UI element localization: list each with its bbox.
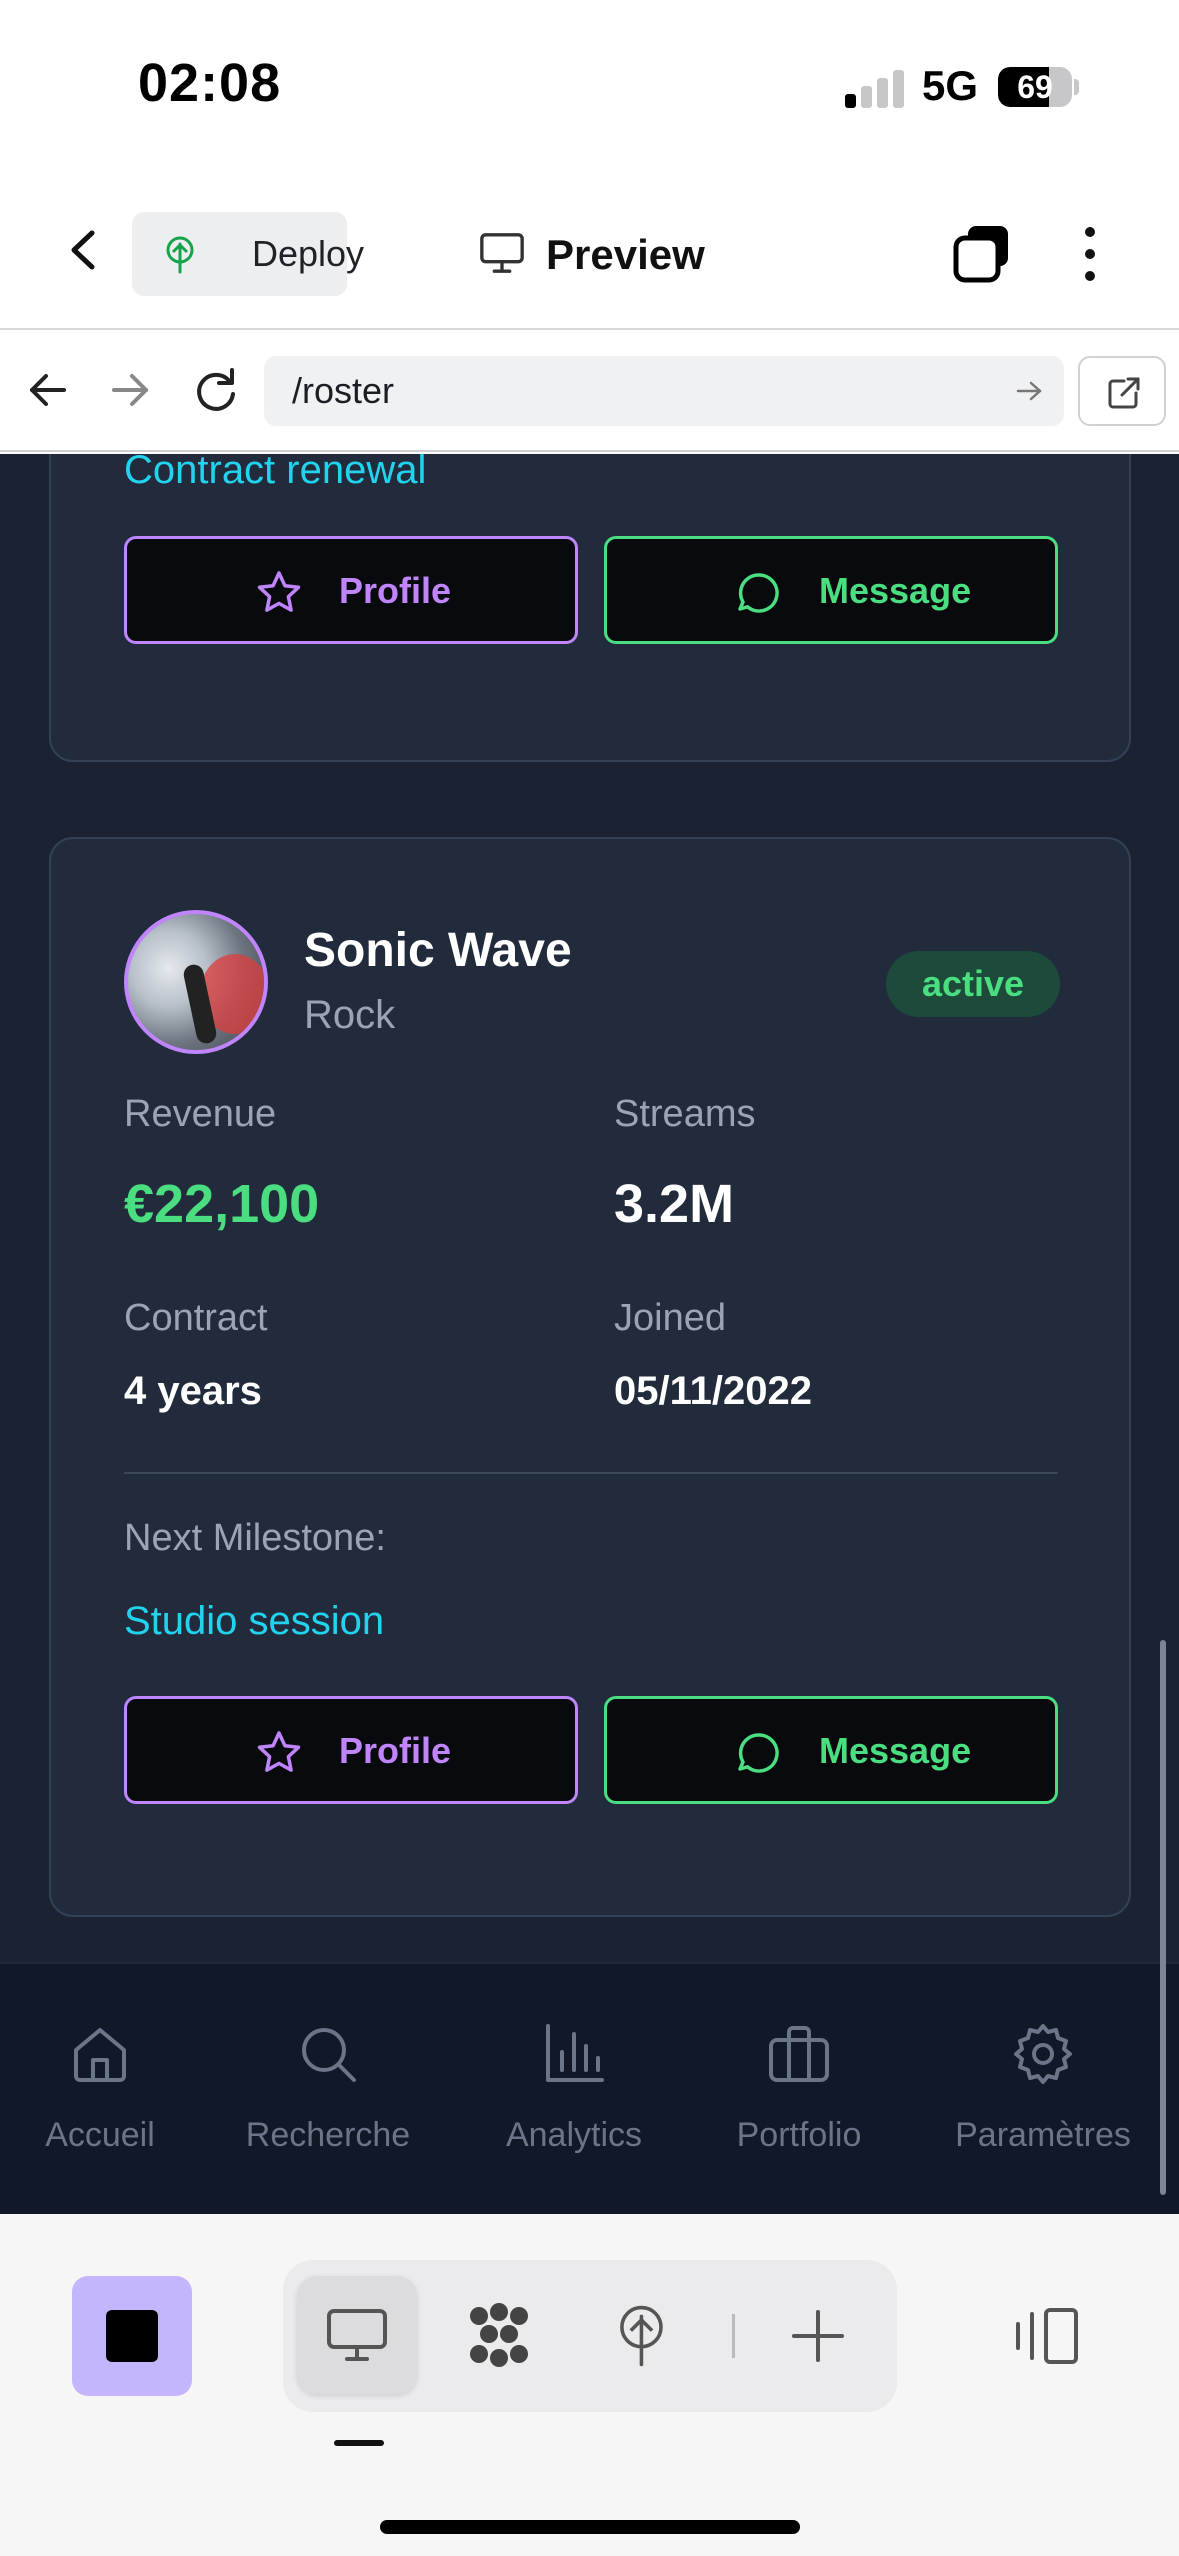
status-time: 02:08 <box>138 53 282 113</box>
briefcase-icon <box>769 2026 829 2082</box>
milestone-value: Studio session <box>124 1599 385 1643</box>
network-type: 5G <box>922 62 979 109</box>
joined-value: 05/11/2022 <box>614 1369 812 1413</box>
signal-bar <box>861 86 872 108</box>
deploy-tree-icon[interactable] <box>613 2300 677 2372</box>
milestone-label: Next Milestone: <box>124 1517 386 1559</box>
battery-percent: 69 <box>1017 69 1053 105</box>
nav-item-parametres[interactable]: Paramètres <box>933 2020 1153 2180</box>
battery-tip <box>1074 79 1079 95</box>
back-chevron-icon[interactable] <box>60 225 110 275</box>
status-bar: 02:08 5G 69 <box>0 0 1179 170</box>
app-header: Deploy Preview <box>0 170 1179 330</box>
milestone-value: Contract renewal <box>124 454 427 492</box>
profile-label: Profile <box>339 1730 452 1771</box>
artist-card: Sonic Wave Rock active Revenue €22,100 S… <box>49 837 1131 1917</box>
more-vertical-icon[interactable] <box>1070 222 1110 286</box>
artist-name: Sonic Wave <box>304 924 572 977</box>
reload-icon[interactable] <box>186 360 246 420</box>
profile-label: Profile <box>339 570 452 611</box>
contract-label: Contract <box>124 1297 268 1339</box>
signal-bar <box>877 78 888 108</box>
nav-item-recherche[interactable]: Recherche <box>218 2020 438 2180</box>
nav-item-portfolio[interactable]: Portfolio <box>689 2020 909 2180</box>
artist-genre: Rock <box>304 993 396 1037</box>
external-link-icon <box>1108 377 1140 409</box>
streams-label: Streams <box>614 1093 756 1135</box>
plus-icon[interactable] <box>788 2306 848 2366</box>
bar-chart-icon <box>546 2024 604 2082</box>
monitor-icon <box>480 233 524 273</box>
joined-label: Joined <box>614 1297 726 1339</box>
gear-icon <box>1014 2024 1072 2084</box>
profile-button[interactable]: Profile <box>124 1696 578 1804</box>
nav-item-accueil[interactable]: Accueil <box>0 2020 210 2180</box>
artist-card: Contract renewal Profile Message <box>49 454 1131 762</box>
star-icon <box>257 1731 301 1772</box>
signal-icon <box>845 66 905 108</box>
signal-bar <box>845 94 856 108</box>
revenue-value: €22,100 <box>124 1174 320 1234</box>
url-text: /roster <box>292 370 395 411</box>
revenue-label: Revenue <box>124 1093 277 1135</box>
nav-item-analytics[interactable]: Analytics <box>464 2020 684 2180</box>
blocks-icon[interactable] <box>463 2300 535 2372</box>
streams-value: 3.2M <box>614 1174 735 1234</box>
nav-label: Portfolio <box>736 2116 862 2154</box>
status-badge: active <box>886 951 1060 1017</box>
desktop-mode-button[interactable] <box>297 2276 417 2394</box>
separator <box>732 2314 735 2358</box>
message-label: Message <box>819 570 972 611</box>
browser-back-icon[interactable] <box>18 360 78 420</box>
browser-forward-icon[interactable] <box>100 360 160 420</box>
stop-icon <box>106 2310 158 2362</box>
profile-button[interactable]: Profile <box>124 536 578 644</box>
deploy-tree-icon <box>166 236 194 274</box>
open-external-button[interactable] <box>1078 356 1166 426</box>
home-icon <box>74 2028 126 2082</box>
signal-bar <box>893 70 904 108</box>
url-bar: /roster <box>0 330 1179 452</box>
bottom-nav: Accueil Recherche Analytics Portfolio Pa… <box>0 1962 1179 2214</box>
tabs-icon[interactable] <box>950 222 1014 286</box>
avatar[interactable] <box>124 910 268 1054</box>
roster-content[interactable]: Contract renewal Profile Message Sonic W… <box>0 454 1179 2214</box>
contract-value: 4 years <box>124 1369 262 1413</box>
stop-button[interactable] <box>72 2276 192 2396</box>
search-icon <box>302 2028 356 2082</box>
home-indicator <box>380 2520 800 2534</box>
message-button[interactable]: Message <box>604 1696 1058 1804</box>
chat-bubble-icon <box>738 1733 779 1773</box>
nav-label: Accueil <box>45 2116 155 2154</box>
preview-label: Preview <box>546 231 705 278</box>
chat-bubble-icon <box>738 573 779 613</box>
scrollbar[interactable] <box>1160 1640 1166 2195</box>
nav-label: Analytics <box>505 2116 643 2154</box>
deploy-label: Deploy <box>252 233 365 274</box>
browser-toolbar <box>0 2214 1179 2556</box>
star-icon <box>257 571 301 612</box>
battery-icon: 69 <box>998 67 1072 107</box>
divider <box>124 1472 1058 1474</box>
deploy-button[interactable]: Deploy <box>132 212 364 296</box>
message-button[interactable]: Message <box>604 536 1058 644</box>
message-label: Message <box>819 1730 972 1771</box>
go-arrow-icon[interactable] <box>1014 376 1044 406</box>
nav-label: Recherche <box>245 2116 411 2154</box>
sidebar-toggle-icon[interactable] <box>1010 2304 1082 2368</box>
nav-label: Paramètres <box>955 2116 1131 2154</box>
active-mode-indicator <box>334 2440 384 2446</box>
view-mode-group <box>283 2260 897 2412</box>
monitor-icon <box>327 2309 387 2361</box>
url-input[interactable]: /roster <box>264 356 1064 426</box>
